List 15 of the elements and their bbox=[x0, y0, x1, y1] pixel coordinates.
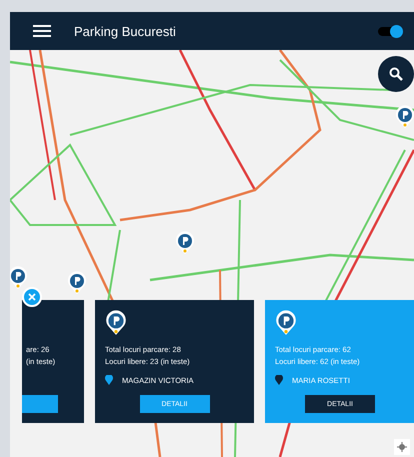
search-icon bbox=[389, 67, 403, 81]
parking-pin-icon bbox=[275, 310, 297, 336]
locate-button[interactable] bbox=[394, 439, 410, 455]
toggle-switch[interactable] bbox=[378, 26, 400, 36]
parking-pin-icon[interactable] bbox=[175, 231, 195, 255]
close-icon bbox=[28, 293, 36, 301]
location-pin-icon bbox=[275, 375, 283, 385]
menu-icon[interactable] bbox=[33, 25, 51, 37]
parking-pin-icon[interactable] bbox=[10, 266, 28, 290]
parking-pin-icon[interactable] bbox=[395, 105, 414, 129]
location-pin-icon bbox=[105, 375, 113, 385]
parking-pin-icon[interactable] bbox=[67, 271, 87, 295]
app-title: Parking Bucuresti bbox=[74, 24, 177, 38]
location-target-icon bbox=[397, 442, 407, 452]
parking-pin-icon bbox=[105, 310, 127, 336]
